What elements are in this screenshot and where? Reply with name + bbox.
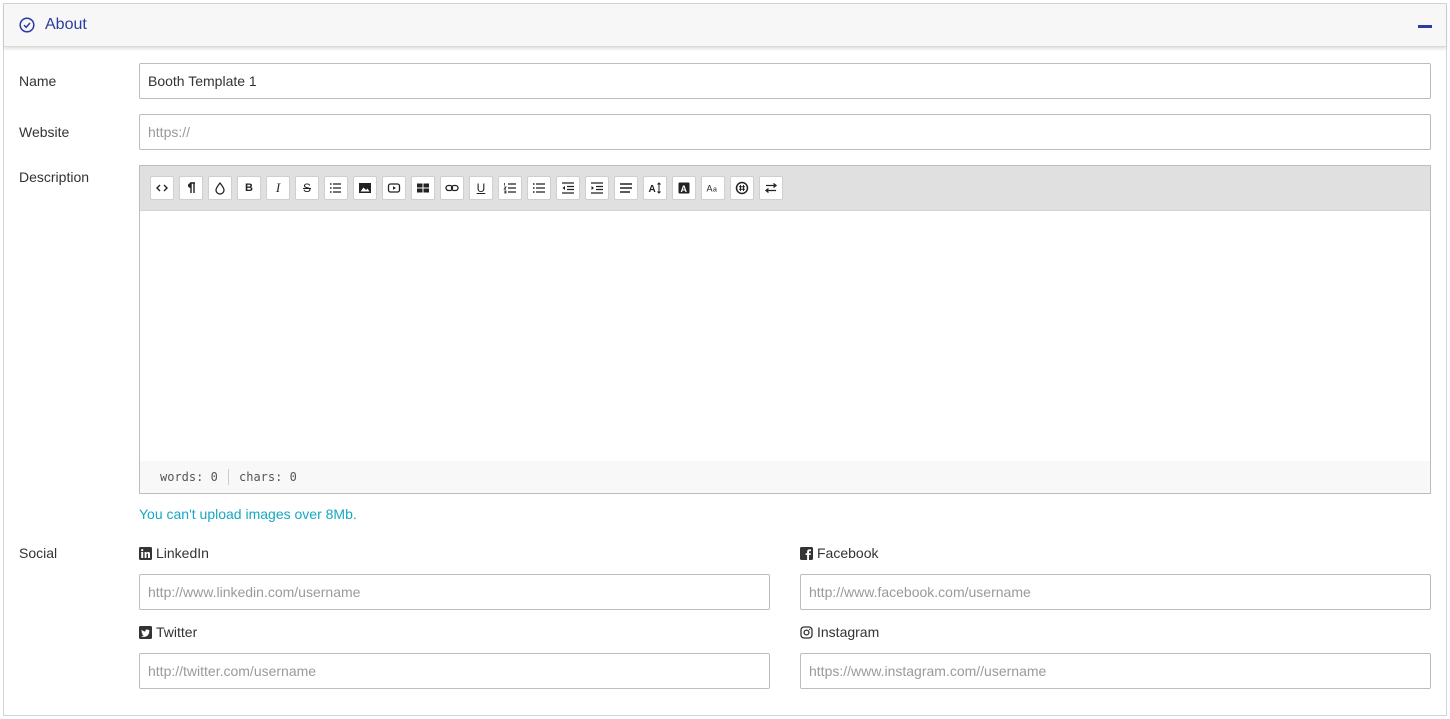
bold-icon[interactable]: B: [237, 176, 261, 200]
indent-icon[interactable]: [556, 176, 580, 200]
strikethrough-icon[interactable]: S: [295, 176, 319, 200]
instagram-label: Instagram: [800, 624, 879, 640]
twitter-icon: [139, 625, 152, 639]
code-view-icon[interactable]: [150, 176, 174, 200]
svg-text:a: a: [713, 187, 717, 194]
collapse-icon[interactable]: [1418, 25, 1432, 28]
description-label: Description: [19, 169, 90, 185]
panel-title: About: [45, 16, 87, 33]
linkedin-input[interactable]: [139, 574, 770, 610]
text-color-icon[interactable]: A: [672, 176, 696, 200]
unordered-list-icon[interactable]: [527, 176, 551, 200]
twitter-input[interactable]: [139, 653, 770, 689]
ordered-list-icon[interactable]: [498, 176, 522, 200]
svg-text:A: A: [681, 184, 688, 194]
svg-text:A: A: [649, 184, 656, 195]
check-circle-icon: [19, 17, 35, 33]
emoji-icon[interactable]: [730, 176, 754, 200]
color-drop-icon[interactable]: [208, 176, 232, 200]
linkedin-label-text: LinkedIn: [156, 545, 209, 561]
social-label: Social: [19, 545, 58, 561]
char-count: chars: 0: [239, 470, 297, 484]
editor-content-area[interactable]: [140, 211, 1430, 461]
font-case-icon[interactable]: Aa: [701, 176, 725, 200]
paragraph-icon[interactable]: [179, 176, 203, 200]
facebook-input[interactable]: [800, 574, 1431, 610]
statusbar-divider: [228, 469, 229, 485]
twitter-label: Twitter: [139, 624, 197, 640]
editor-toolbar: B I S U A A A a: [140, 166, 1430, 211]
editor-statusbar: words: 0 chars: 0: [140, 461, 1430, 493]
list-icon[interactable]: [324, 176, 348, 200]
table-icon[interactable]: [411, 176, 435, 200]
facebook-label: Facebook: [800, 545, 878, 561]
instagram-icon: [800, 625, 813, 639]
name-input[interactable]: [139, 63, 1431, 99]
word-count: words: 0: [160, 470, 218, 484]
facebook-icon: [800, 546, 813, 560]
outdent-icon[interactable]: [585, 176, 609, 200]
align-icon[interactable]: [614, 176, 638, 200]
instagram-input[interactable]: [800, 653, 1431, 689]
svg-text:A: A: [707, 184, 713, 194]
twitter-label-text: Twitter: [156, 624, 198, 640]
instagram-label-text: Instagram: [817, 624, 880, 640]
description-editor: B I S U A A A a words: 0 chars: 0: [139, 165, 1431, 494]
facebook-label-text: Facebook: [817, 545, 879, 561]
upload-hint: You can't upload images over 8Mb.: [139, 506, 357, 522]
underline-icon[interactable]: U: [469, 176, 493, 200]
link-icon[interactable]: [440, 176, 464, 200]
linkedin-label: LinkedIn: [139, 545, 209, 561]
linkedin-icon: [139, 546, 152, 560]
image-icon[interactable]: [353, 176, 377, 200]
italic-icon[interactable]: I: [266, 176, 290, 200]
website-label: Website: [19, 124, 70, 140]
text-direction-icon[interactable]: [759, 176, 783, 200]
video-icon[interactable]: [382, 176, 406, 200]
website-input[interactable]: [139, 114, 1431, 150]
font-size-icon[interactable]: A: [643, 176, 667, 200]
panel-header[interactable]: About: [4, 4, 1446, 47]
name-label: Name: [19, 73, 57, 89]
